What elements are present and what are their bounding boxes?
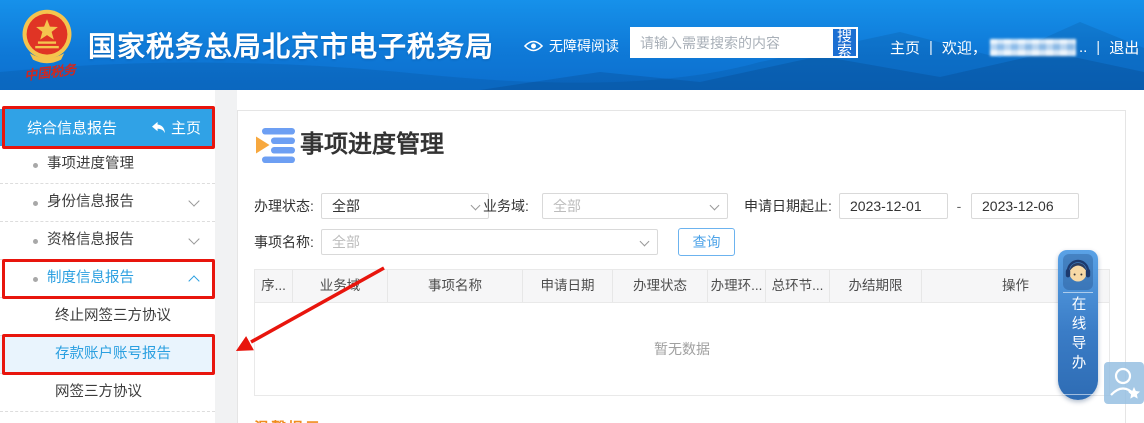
status-select[interactable]: 全部: [321, 193, 489, 219]
filter-label-item-name: 事项名称:: [254, 229, 314, 255]
table-header-row: 序... 业务域 事项名称 申请日期 办理状态 办理环... 总环节... 办结…: [255, 270, 1109, 303]
chevron-down-icon: [710, 201, 720, 211]
header-search: 搜索: [630, 27, 858, 58]
sidebar-item-label: 网签三方协议: [55, 384, 142, 400]
domain-select-value: 全部: [553, 198, 581, 214]
sidebar-item-label: 身份信息报告: [47, 194, 134, 210]
chevron-up-icon: [188, 275, 199, 286]
page: 中国税务 国家税务总局北京市电子税务局 无障碍阅读 搜索 主页 | 欢迎， ..…: [0, 0, 1144, 423]
query-button[interactable]: 查询: [678, 228, 735, 256]
chevron-down-icon: [188, 233, 199, 244]
item-name-select-value: 全部: [332, 234, 360, 250]
online-guide-widget[interactable]: 在线导办: [1058, 250, 1098, 400]
bullet-dot: [33, 163, 38, 168]
page-title-row: 事项进度管理: [254, 127, 444, 163]
page-title: 事项进度管理: [300, 127, 444, 163]
national-emblem-logo: [18, 7, 76, 65]
table-header-cell: 申请日期: [523, 270, 613, 302]
sidebar-item-system-report[interactable]: 制度信息报告: [0, 260, 215, 298]
sidebar-item-qualification[interactable]: 资格信息报告: [0, 222, 215, 260]
bottom-tip-partial: 温馨提示: [254, 417, 322, 423]
table-empty-state: 暂无数据: [255, 303, 1109, 395]
table-header-cell: 办结期限: [830, 270, 922, 302]
date-range-separator: -: [949, 193, 969, 219]
table-header-cell: 办理状态: [613, 270, 708, 302]
online-guide-label: 在线导办: [1068, 296, 1089, 392]
progress-table: 序... 业务域 事项名称 申请日期 办理状态 办理环... 总环节... 办结…: [254, 269, 1110, 396]
search-button[interactable]: 搜索: [831, 27, 858, 58]
main-panel: 事项进度管理 办理状态: 全部 业务域: 全部 申请日期起止: 2023-12-…: [237, 110, 1126, 423]
sidebar-item-progress[interactable]: 事项进度管理: [0, 146, 215, 184]
accessibility-label: 无障碍阅读: [549, 36, 619, 56]
empty-text: 暂无数据: [654, 339, 710, 359]
bullet-dot: [33, 201, 38, 206]
filter-label-date-range: 申请日期起止:: [744, 193, 832, 219]
filter-label-domain: 业务域:: [483, 193, 529, 219]
divider: [1063, 394, 1093, 395]
chevron-down-icon: [471, 201, 481, 211]
welcome-text: 欢迎，: [942, 37, 987, 58]
person-star-icon: [1104, 362, 1144, 404]
eye-icon: [524, 40, 543, 52]
date-from-input[interactable]: 2023-12-01: [839, 193, 948, 219]
table-header-cell: 业务域: [293, 270, 388, 302]
divider: [1063, 292, 1093, 293]
sidebar-item-label: 资格信息报告: [47, 232, 134, 248]
date-to-input[interactable]: 2023-12-06: [971, 193, 1079, 219]
bullet-dot: [33, 277, 38, 282]
return-arrow-icon: [151, 121, 166, 134]
page-title-icon: [254, 127, 296, 163]
nav-separator: |: [929, 39, 933, 56]
item-name-select[interactable]: 全部: [321, 229, 658, 255]
table-header-cell: 办理环...: [708, 270, 766, 302]
username-redacted: [990, 39, 1076, 56]
bullet-dot: [33, 239, 38, 244]
sidebar-item-online-agreement[interactable]: 网签三方协议: [0, 374, 215, 412]
sidebar-gap: [215, 90, 237, 423]
welcome-suffix: ..: [1079, 39, 1087, 56]
home-link[interactable]: 主页: [890, 37, 920, 58]
service-avatar-icon: [1063, 254, 1093, 290]
top-header: 中国税务 国家税务总局北京市电子税务局 无障碍阅读 搜索 主页 | 欢迎， ..…: [0, 0, 1144, 90]
table-header-cell: 总环节...: [766, 270, 830, 302]
nav-separator: |: [1096, 39, 1100, 56]
sidebar-item-label: 终止网签三方协议: [55, 308, 171, 324]
sidebar-item-identity[interactable]: 身份信息报告: [0, 184, 215, 222]
sidebar-item-label: 事项进度管理: [47, 156, 134, 172]
sidebar-category-title: 综合信息报告: [27, 117, 151, 138]
header-user-nav: 主页 | 欢迎， .. | 退出: [890, 37, 1139, 58]
sidebar-home-link[interactable]: 主页: [151, 117, 201, 138]
domain-select[interactable]: 全部: [542, 193, 728, 219]
sidebar-header: 综合信息报告 主页: [0, 109, 215, 146]
sidebar-item-terminate-agreement[interactable]: 终止网签三方协议: [0, 298, 215, 336]
accessibility-toggle[interactable]: 无障碍阅读: [524, 36, 619, 56]
table-header-cell: 序...: [255, 270, 293, 302]
sidebar-item-deposit-account[interactable]: 存款账户账号报告: [0, 336, 215, 374]
chevron-down-icon: [640, 237, 650, 247]
sidebar-item-label: 制度信息报告: [47, 270, 134, 286]
search-input[interactable]: [630, 27, 831, 58]
sidebar-item-label: 存款账户账号报告: [55, 346, 171, 362]
contact-float-button[interactable]: [1104, 362, 1144, 404]
sidebar: 综合信息报告 主页 事项进度管理 身份信息报告 资格信息报告 制度信息报告: [0, 90, 215, 423]
sidebar-home-label: 主页: [171, 117, 201, 138]
chevron-down-icon: [188, 195, 199, 206]
site-title: 国家税务总局北京市电子税务局: [88, 25, 494, 65]
table-header-cell: 事项名称: [388, 270, 523, 302]
status-select-value: 全部: [332, 198, 360, 214]
filter-label-status: 办理状态:: [254, 193, 314, 219]
logout-link[interactable]: 退出: [1109, 37, 1139, 58]
